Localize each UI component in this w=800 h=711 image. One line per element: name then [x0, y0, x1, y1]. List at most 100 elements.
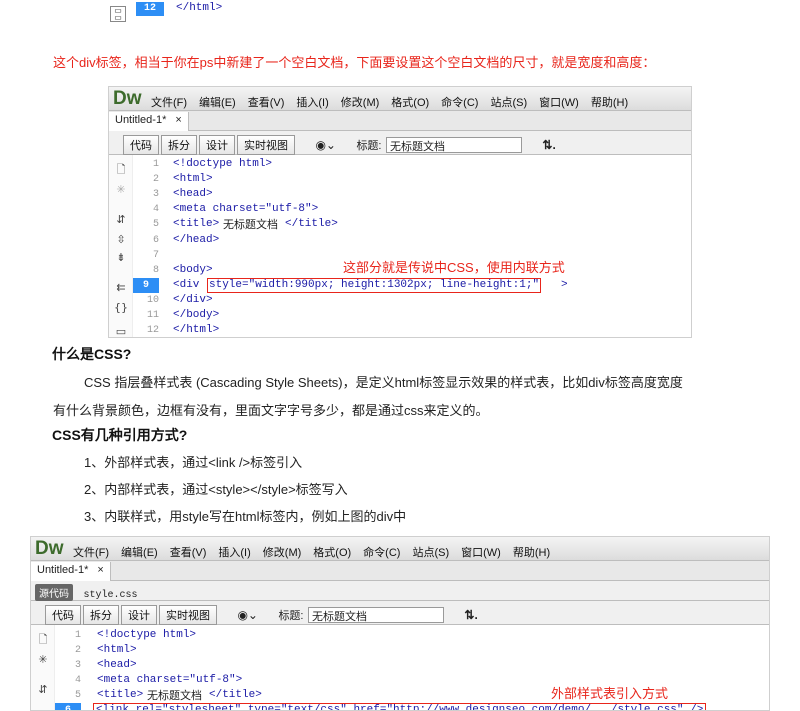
menu-view[interactable]: 查看(V) — [170, 544, 207, 560]
live-view-button[interactable]: 实时视图 — [159, 605, 217, 625]
css-annotation: 这部分就是传说中CSS，使用内联方式 — [343, 260, 565, 275]
doc-toolbar: 代码 拆分 设计 实时视图 ◉⌄ 标题: 无标题文档 ⇅. — [109, 131, 691, 155]
title-label: 标题: — [278, 610, 304, 622]
menu-site[interactable]: 站点(S) — [490, 94, 527, 110]
line-number: 1 — [74, 630, 81, 641]
format-icon[interactable]: ▭ — [113, 325, 129, 337]
line-number: 5 — [152, 219, 159, 231]
menu-file[interactable]: 文件(F) — [73, 544, 109, 560]
code-line[interactable]: <title> — [97, 688, 143, 703]
menu-window[interactable]: 窗口(W) — [461, 544, 501, 560]
line-number: 9 — [133, 277, 159, 293]
code-line[interactable]: <div — [173, 278, 206, 293]
braces-icon[interactable]: {} — [113, 301, 129, 315]
split-view-button[interactable]: 拆分 — [161, 135, 197, 155]
design-view-button[interactable]: 设计 — [199, 135, 235, 155]
title-input[interactable]: 无标题文档 — [307, 606, 444, 623]
sort-icon[interactable]: ⇅. — [464, 608, 477, 622]
link-annotation: 外部样式表引入方式 — [551, 686, 669, 701]
asterisk-icon[interactable]: ✳ — [35, 653, 51, 667]
asterisk-icon[interactable]: ✳ — [113, 183, 129, 197]
question-css-methods: CSS有几种引用方式? — [52, 427, 188, 443]
line-number: 5 — [74, 690, 81, 701]
live-view-button[interactable]: 实时视图 — [237, 135, 295, 155]
line-number: 11 — [146, 310, 159, 321]
menu-commands[interactable]: 命令(C) — [363, 544, 400, 560]
menu-window[interactable]: 窗口(W) — [539, 94, 579, 110]
dw-window-1: Dw 文件(F) 编辑(E) 查看(V) 插入(I) 修改(M) 格式(O) 命令(C) 站点… — [108, 86, 692, 338]
code-line[interactable]: <meta charset="utf-8"> — [173, 202, 318, 217]
open-document-icon[interactable]: 🗋 — [35, 633, 51, 647]
line-number: 6 — [152, 234, 159, 246]
design-view-button[interactable]: 设计 — [121, 605, 157, 625]
menu-insert[interactable]: 插入(I) — [218, 544, 250, 560]
menu-help[interactable]: 帮助(H) — [513, 544, 550, 560]
tab-label: Untitled-1* — [115, 114, 167, 126]
code-line[interactable]: </body> — [173, 308, 219, 323]
code-line[interactable]: </head> — [173, 233, 219, 248]
collapse-tag-icon[interactable]: ⇵ — [113, 213, 129, 227]
code-line[interactable]: <!doctype html> — [173, 157, 272, 172]
code-line[interactable]: <body> — [173, 263, 213, 278]
menu-modify[interactable]: 修改(M) — [263, 544, 302, 560]
menu-commands[interactable]: 命令(C) — [441, 94, 478, 110]
menu-insert[interactable]: 插入(I) — [296, 94, 328, 110]
title-input[interactable]: 无标题文档 — [385, 136, 522, 153]
menu-modify[interactable]: 修改(M) — [341, 94, 380, 110]
code-line[interactable]: <title> — [173, 217, 219, 232]
menu-edit[interactable]: 编辑(E) — [199, 94, 236, 110]
div-close-bracket: > — [561, 278, 568, 291]
code-editor: 🗋 ✳ ⇵ ⇳ ⇟ ⇇ {} ▭ 1 <!doctype html> 2 <html>… — [109, 155, 691, 337]
menu-format[interactable]: 格式(O) — [391, 94, 429, 110]
close-icon[interactable]: × — [175, 114, 181, 126]
code-line[interactable]: <meta charset="utf-8"> — [97, 673, 242, 688]
code-line: </html> — [176, 2, 223, 14]
menu-edit[interactable]: 编辑(E) — [121, 544, 158, 560]
line-number: 3 — [152, 189, 159, 201]
code-line[interactable]: <head> — [97, 658, 137, 673]
related-files-bar: 源代码 style.css — [31, 581, 769, 601]
list-item: 1、外部样式表，通过<link />标签引入 — [84, 455, 303, 470]
related-file-css[interactable]: style.css — [83, 590, 137, 601]
sort-icon[interactable]: ⇅. — [542, 138, 555, 152]
code-line[interactable]: <head> — [173, 187, 213, 202]
top-code-fragment: ▭ ▭ 12 </html> — [110, 0, 310, 26]
title-close-tag: </title> — [285, 218, 338, 231]
line-number: 7 — [152, 249, 159, 261]
code-view-button[interactable]: 代码 — [123, 135, 159, 155]
title-text: 无标题文档 — [147, 689, 202, 702]
split-view-button[interactable]: 拆分 — [83, 605, 119, 625]
code-view-button[interactable]: 代码 — [45, 605, 81, 625]
expand-all-icon[interactable]: ⇟ — [113, 251, 129, 265]
code-line[interactable]: <link rel="stylesheet" type="text/css" h… — [93, 703, 707, 710]
document-tab[interactable]: Untitled-1* × — [31, 562, 111, 581]
indent-icon[interactable]: ⇇ — [113, 281, 129, 295]
globe-icon[interactable]: ◉⌄ — [315, 138, 336, 152]
open-document-icon[interactable]: 🗋 — [113, 163, 129, 177]
close-icon[interactable]: × — [97, 564, 103, 576]
intro-text: 这个div标签，相当于你在ps中新建了一个空白文档，下面要设置这个空白文档的尺寸… — [53, 55, 656, 70]
source-code-button[interactable]: 源代码 — [35, 584, 73, 601]
dw-logo: Dw — [35, 538, 64, 559]
menu-site[interactable]: 站点(S) — [412, 544, 449, 560]
question-what-is-css: 什么是CSS? — [52, 346, 132, 362]
line-number: 8 — [152, 264, 159, 276]
globe-icon[interactable]: ◉⌄ — [237, 608, 258, 622]
document-tab[interactable]: Untitled-1* × — [109, 112, 189, 131]
gutter-icon: ▭ ▭ — [110, 6, 126, 22]
inline-style-attribute[interactable]: style="width:990px; height:1302px; line-… — [207, 277, 542, 293]
menu-help[interactable]: 帮助(H) — [591, 94, 628, 110]
collapse-selection-icon[interactable]: ⇳ — [113, 233, 129, 247]
menu-format[interactable]: 格式(O) — [313, 544, 351, 560]
code-line[interactable]: </html> — [173, 323, 219, 337]
line-number: 10 — [146, 294, 159, 306]
menu-view[interactable]: 查看(V) — [248, 94, 285, 110]
code-line[interactable]: <!doctype html> — [97, 628, 196, 643]
collapse-tag-icon[interactable]: ⇵ — [35, 683, 51, 697]
code-line[interactable]: </div> — [173, 293, 213, 308]
code-line[interactable]: <html> — [97, 643, 137, 658]
menu-file[interactable]: 文件(F) — [151, 94, 187, 110]
code-line[interactable]: <html> — [173, 172, 213, 187]
tab-bar: Untitled-1* × — [31, 561, 769, 581]
title-text: 无标题文档 — [223, 218, 278, 232]
